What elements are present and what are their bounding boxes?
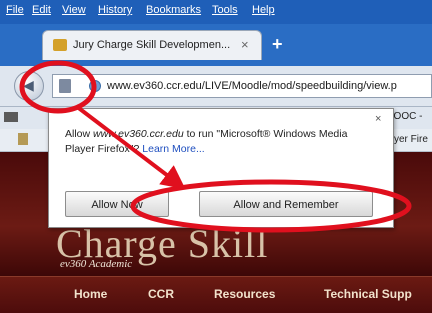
menu-help[interactable]: Help <box>252 4 275 16</box>
plugin-permission-popup: × Allow www.ev360.ccr.edu to run "Micros… <box>48 108 394 228</box>
menu-view[interactable]: View <box>62 4 86 16</box>
nav-ccr[interactable]: CCR <box>148 287 174 301</box>
menu-history[interactable]: History <box>98 4 132 16</box>
url-bar[interactable]: www.ev360.ccr.edu/LIVE/Moodle/mod/speedb… <box>52 74 432 98</box>
allow-now-button[interactable]: Allow Now <box>65 191 169 217</box>
allow-and-remember-button[interactable]: Allow and Remember <box>199 191 373 217</box>
plugin-icon[interactable] <box>59 79 71 93</box>
nav-resources[interactable]: Resources <box>214 287 275 301</box>
close-tab-icon[interactable]: × <box>241 37 249 52</box>
menu-bar: File Edit View History Bookmarks Tools H… <box>0 0 432 24</box>
bookmark-folder-icon[interactable] <box>4 112 18 122</box>
url-text[interactable]: www.ev360.ccr.edu/LIVE/Moodle/mod/speedb… <box>107 80 397 92</box>
menu-file[interactable]: File <box>6 4 24 16</box>
message-prefix: Allow <box>65 128 94 140</box>
tab-jury-charge[interactable]: Jury Charge Skill Developmen... × <box>42 30 262 60</box>
tab-strip: Jury Charge Skill Developmen... × + <box>0 24 432 66</box>
toolbar-item-label[interactable]: yer Fire <box>394 134 428 145</box>
banner-subtitle: ev360 Academic <box>60 258 133 270</box>
close-popup-icon[interactable]: × <box>375 113 381 125</box>
back-arrow-icon: ◀ <box>23 77 34 93</box>
menu-bookmarks[interactable]: Bookmarks <box>146 4 201 16</box>
navigation-bar: ◀ www.ev360.ccr.edu/LIVE/Moodle/mod/spee… <box>0 66 432 107</box>
back-button[interactable]: ◀ <box>14 71 44 101</box>
new-tab-button[interactable]: + <box>272 34 283 55</box>
message-site: www.ev360.ccr.edu <box>93 128 184 140</box>
learn-more-link[interactable]: Learn More... <box>142 143 204 155</box>
site-identity-icon[interactable] <box>89 80 101 92</box>
menu-edit[interactable]: Edit <box>32 4 51 16</box>
toolbar-page-icon[interactable] <box>18 133 28 145</box>
site-navigation: Home CCR Resources Technical Supp <box>0 276 432 313</box>
tab-title: Jury Charge Skill Developmen... <box>73 39 231 51</box>
nav-technical-support[interactable]: Technical Supp <box>324 287 412 301</box>
site-favicon-icon <box>53 39 67 51</box>
popup-message: Allow www.ev360.ccr.edu to run "Microsof… <box>65 127 365 157</box>
menu-tools[interactable]: Tools <box>212 4 238 16</box>
nav-home[interactable]: Home <box>74 287 107 301</box>
